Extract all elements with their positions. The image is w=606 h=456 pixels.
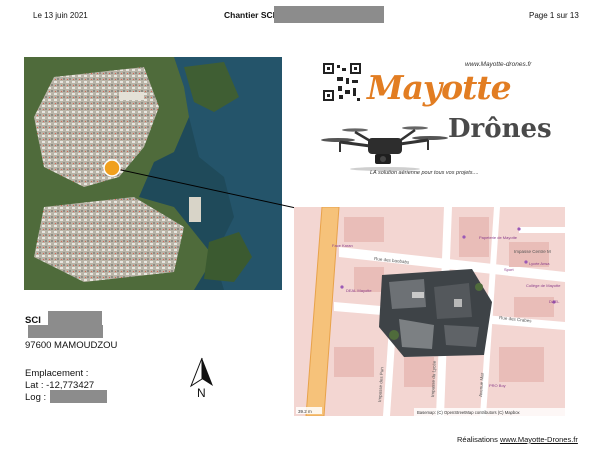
poi-label: Papeterie de Mayotte xyxy=(479,235,518,240)
logo-url: www.Mayotte-drones.fr xyxy=(465,61,532,68)
footer-prefix: Réalisations xyxy=(457,435,498,444)
address-city: 97600 MAMOUDZOU xyxy=(25,340,118,351)
connector-line xyxy=(111,167,306,211)
poi-label: Lycée Ansa xyxy=(529,261,550,266)
poi-label: PRO Boy xyxy=(489,383,506,388)
longitude: Log : xyxy=(25,392,47,403)
map-attribution: Basemap: (C) OpenStreetMap contributors … xyxy=(417,410,521,415)
north-label: N xyxy=(197,386,206,400)
poi-label: Face Karan xyxy=(332,243,353,248)
map-scale: 39.2 m xyxy=(298,409,312,414)
redacted-street xyxy=(28,325,103,338)
location-marker xyxy=(103,159,121,177)
footer: Réalisations www.Mayotte-Drones.fr xyxy=(457,435,578,444)
drone-icon xyxy=(320,120,450,177)
poi-label: Collège de Mayotte xyxy=(526,283,561,288)
street-map: Rue des baobabs Rue des Crabes Impasse C… xyxy=(294,207,565,416)
poi-label: DEAL Mayotte xyxy=(346,288,372,293)
footer-link[interactable]: www.Mayotte-Drones.fr xyxy=(500,435,578,444)
poi-label: Sport xyxy=(504,267,514,272)
logo-brand-mayotte: Mayotte xyxy=(367,68,512,107)
qr-code xyxy=(322,62,362,102)
redacted-longitude xyxy=(50,390,107,403)
street-label: Impasse Centre M xyxy=(514,249,551,254)
poi-label: DAEL xyxy=(549,299,560,304)
redacted-name xyxy=(48,311,102,325)
logo-brand-drones: Drônes xyxy=(448,114,552,144)
logo-tagline: LA solution aérienne pour tous vos proje… xyxy=(370,170,479,176)
location-label: Emplacement : xyxy=(25,368,89,379)
north-arrow-icon: N xyxy=(187,356,217,404)
